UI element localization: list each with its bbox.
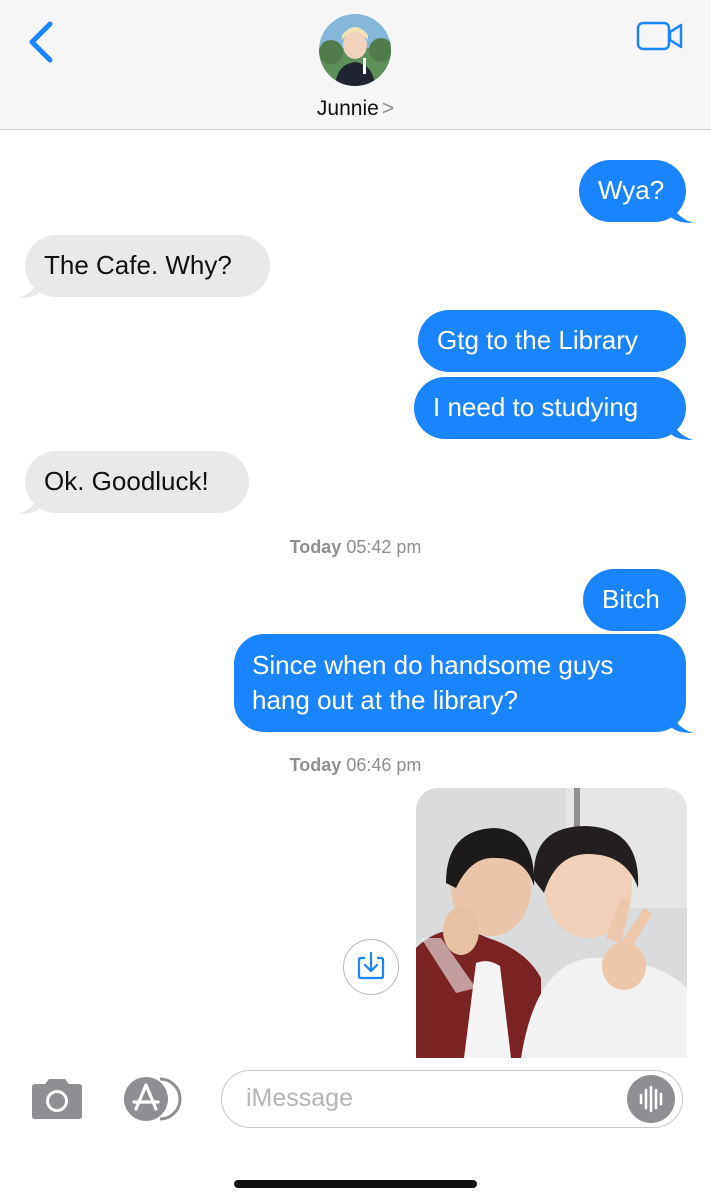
back-chevron-icon	[29, 21, 53, 63]
contact-name: Junnie	[316, 97, 379, 120]
message-outgoing[interactable]: I need to studying	[414, 377, 693, 440]
message-text: Bitch	[602, 584, 660, 614]
save-photo-button[interactable]	[343, 939, 399, 995]
message-input-placeholder: iMessage	[246, 1084, 353, 1112]
audio-message-button[interactable]	[627, 1075, 675, 1123]
app-store-button[interactable]	[122, 1075, 188, 1123]
timestamp: Today 05:42 pm	[0, 537, 711, 558]
message-incoming[interactable]: The Cafe. Why?	[18, 235, 270, 298]
message-outgoing[interactable]: Gtg to the Library	[418, 310, 686, 372]
contact-avatar[interactable]	[319, 14, 391, 86]
message-outgoing[interactable]: Bitch	[583, 569, 686, 631]
timestamp-day: Today	[289, 537, 342, 557]
message-text: I need to studying	[433, 392, 639, 422]
message-incoming[interactable]: Ok. Goodluck!	[18, 451, 249, 514]
video-call-button[interactable]	[636, 20, 684, 52]
message-text: Ok. Goodluck!	[44, 466, 209, 496]
message-text-line: hang out at the library?	[252, 685, 518, 715]
video-camera-icon	[636, 21, 683, 51]
timestamp: Today 06:46 pm	[0, 755, 711, 776]
camera-button[interactable]	[28, 1077, 86, 1121]
message-text: The Cafe. Why?	[44, 250, 232, 280]
message-outgoing[interactable]: Since when do handsome guys hang out at …	[234, 634, 693, 733]
timestamp-time: 06:46 pm	[346, 755, 422, 775]
audio-waveform-icon	[639, 1085, 663, 1113]
chevron-right-icon: >	[381, 97, 395, 120]
download-icon	[357, 951, 385, 980]
camera-icon	[32, 1079, 82, 1119]
contact-name-row[interactable]: Junnie >	[0, 97, 711, 121]
photo-attachment[interactable]	[416, 788, 687, 1058]
message-outgoing[interactable]: Wya?	[579, 160, 693, 223]
timestamp-time: 05:42 pm	[346, 537, 422, 557]
app-store-icon	[124, 1077, 182, 1121]
message-text-line: Since when do handsome guys	[252, 650, 614, 680]
message-text: Wya?	[598, 175, 665, 205]
message-input[interactable]: iMessage	[221, 1070, 683, 1128]
home-indicator	[234, 1180, 477, 1188]
message-text: Gtg to the Library	[437, 325, 638, 355]
timestamp-day: Today	[289, 755, 342, 775]
back-button[interactable]	[24, 18, 64, 66]
conversation-header: Junnie >	[0, 0, 711, 130]
